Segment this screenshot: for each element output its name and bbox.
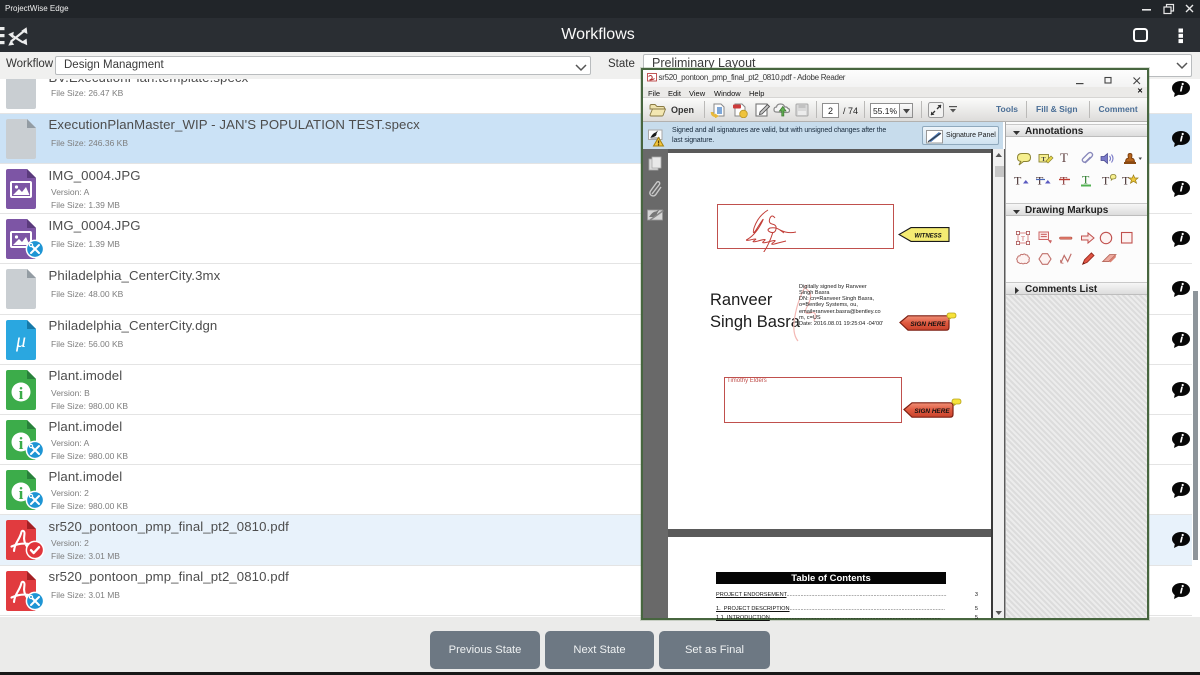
svg-text:T: T <box>1014 174 1022 188</box>
svg-text:i: i <box>19 484 24 503</box>
svg-text:μ: μ <box>15 330 26 352</box>
svg-text:i: i <box>19 434 24 453</box>
svg-text:T: T <box>1036 174 1044 188</box>
svg-text:T: T <box>1122 174 1130 188</box>
svg-text:T: T <box>1082 173 1090 187</box>
svg-text:T: T <box>1102 174 1110 188</box>
svg-text:WITNESS: WITNESS <box>914 234 941 240</box>
svg-text:i: i <box>19 384 24 403</box>
svg-text:T: T <box>1041 156 1046 163</box>
svg-text:T: T <box>1060 174 1068 188</box>
svg-text:T: T <box>1021 236 1025 243</box>
